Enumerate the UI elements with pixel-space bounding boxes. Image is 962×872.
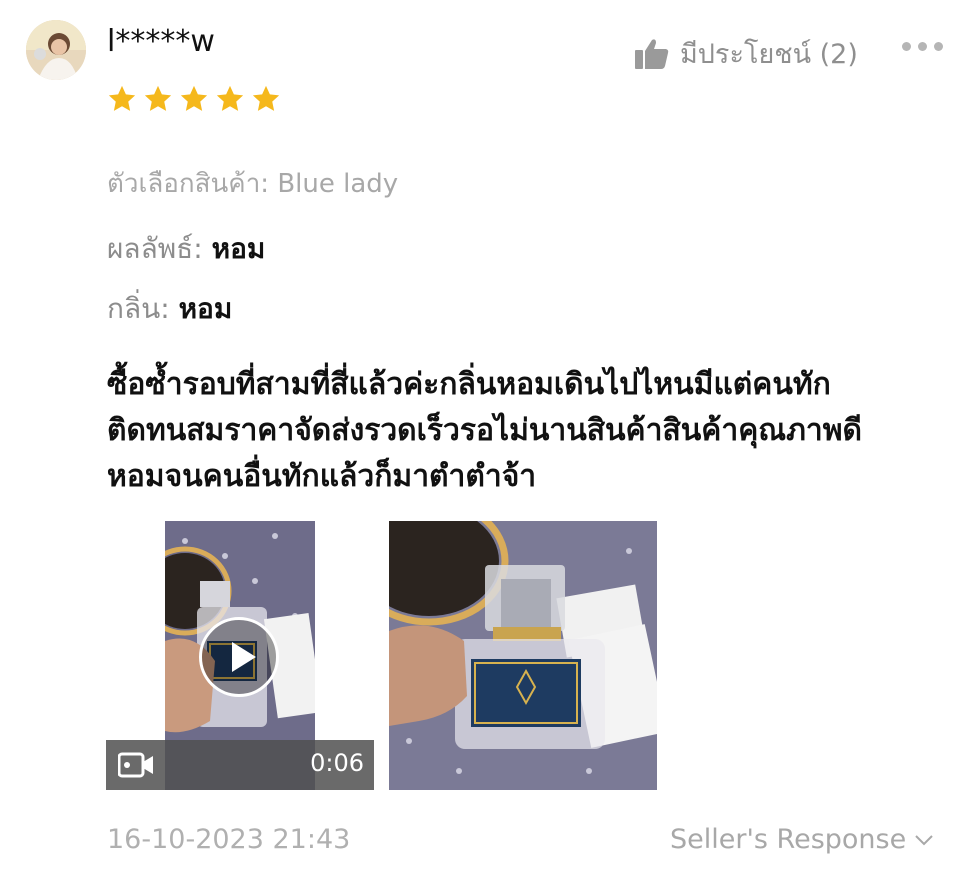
star-icon: [216, 85, 244, 111]
review-video[interactable]: 0:06: [106, 521, 374, 790]
product-variant: ตัวเลือกสินค้า: Blue lady: [107, 169, 399, 199]
star-icon: [108, 85, 136, 111]
attribute-value: หอม: [211, 232, 266, 265]
star-icon: [252, 85, 280, 111]
video-duration: 0:06: [310, 749, 364, 777]
video-camera-icon: [118, 752, 153, 778]
attribute-key: ผลลัพธ์:: [107, 232, 203, 265]
review-date: 16-10-2023 21:43: [107, 824, 351, 855]
review-text-line: ซื้อซ้ำรอบที่สามที่สี่แล้วค่ะกลิ่นหอมเดิ…: [107, 367, 831, 402]
perfume-photo: [389, 521, 657, 790]
reviewer-username: l*****w: [107, 24, 215, 59]
star-icon: [180, 85, 208, 111]
attribute-scent: กลิ่น: หอม: [107, 287, 232, 331]
avatar[interactable]: [26, 20, 86, 80]
seller-response-toggle[interactable]: Seller's Response: [670, 824, 934, 855]
more-dot: [918, 42, 927, 51]
star-icon: [144, 85, 172, 111]
avatar-image: [26, 20, 86, 80]
review-photo[interactable]: [389, 521, 657, 790]
more-dot: [934, 42, 943, 51]
attribute-value: หอม: [178, 292, 233, 325]
rating-stars: [107, 84, 281, 114]
review-text-line: หอมจนคนอื่นทักแล้วก็มาตำตำจ้า: [107, 459, 537, 494]
video-info-bar: 0:06: [106, 740, 374, 790]
helpful-button[interactable]: มีประโยชน์ (2): [634, 32, 858, 75]
seller-response-label: Seller's Response: [670, 824, 907, 855]
play-icon[interactable]: [199, 617, 279, 697]
review-text-line: ติดทนสมราคาจัดส่งรวดเร็วรอไม่นานสินค้าสิ…: [107, 413, 862, 448]
more-options-button[interactable]: [902, 42, 943, 51]
more-dots-icon: [902, 42, 911, 51]
review-text: ซื้อซ้ำรอบที่สามที่สี่แล้วค่ะกลิ่นหอมเดิ…: [107, 362, 937, 500]
helpful-label: มีประโยชน์ (2): [680, 39, 858, 70]
thumbs-up-icon: [635, 38, 669, 69]
attribute-key: กลิ่น:: [107, 292, 170, 325]
chevron-down-icon: [915, 834, 933, 845]
attribute-result: ผลลัพธ์: หอม: [107, 227, 265, 271]
